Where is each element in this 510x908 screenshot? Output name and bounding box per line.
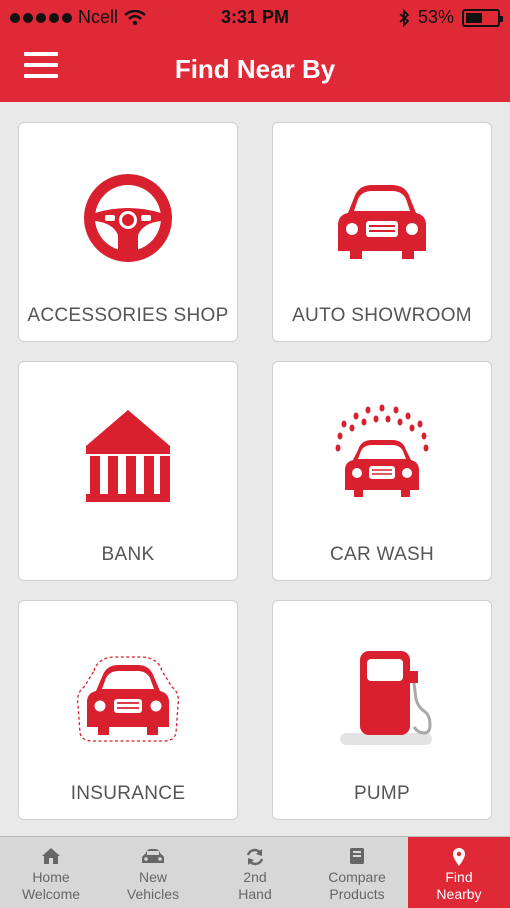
tab-label-line2: Nearby bbox=[436, 886, 482, 902]
tab-label-line1: 2nd bbox=[243, 869, 267, 885]
tab-label-line1: Find bbox=[445, 869, 473, 885]
tab-label-line2: Welcome bbox=[21, 886, 81, 902]
status-bar: Ncell 3:31 PM 53% bbox=[0, 0, 510, 36]
tab-second-hand[interactable]: 2nd Hand bbox=[204, 837, 306, 908]
refresh-icon bbox=[243, 847, 267, 867]
title-bar: Find Near By bbox=[0, 36, 510, 102]
card-car-wash[interactable]: CAR WASH bbox=[272, 361, 492, 581]
bottom-tab-bar: Home Welcome New Vehicles 2nd Hand Compa… bbox=[0, 836, 510, 908]
app-header: Ncell 3:31 PM 53% Find Near By bbox=[0, 0, 510, 102]
card-insurance[interactable]: INSURANCE bbox=[18, 600, 238, 820]
card-accessories-shop[interactable]: ACCESSORIES SHOP bbox=[18, 122, 238, 342]
tab-find-nearby[interactable]: Find Nearby bbox=[408, 837, 510, 908]
car-icon bbox=[141, 847, 165, 867]
card-label: AUTO SHOWROOM bbox=[292, 305, 472, 326]
tab-label-line2: Vehicles bbox=[126, 886, 180, 902]
tab-label-line1: Home bbox=[32, 869, 70, 885]
card-auto-showroom[interactable]: AUTO SHOWROOM bbox=[272, 122, 492, 342]
battery-percent: 53% bbox=[417, 7, 454, 27]
card-pump[interactable]: PUMP bbox=[272, 600, 492, 820]
card-bank[interactable]: BANK bbox=[18, 361, 238, 581]
car-icon bbox=[338, 185, 426, 259]
location-pin-icon bbox=[447, 847, 471, 867]
battery-fill bbox=[466, 12, 482, 23]
book-icon bbox=[345, 847, 369, 867]
steering-wheel-icon bbox=[84, 174, 172, 262]
card-label: ACCESSORIES SHOP bbox=[27, 305, 229, 326]
battery-icon bbox=[462, 8, 503, 27]
bank-icon bbox=[86, 410, 170, 502]
tab-home-welcome[interactable]: Home Welcome bbox=[0, 837, 102, 908]
tab-label-line1: Compare bbox=[328, 869, 386, 885]
car-wash-icon bbox=[335, 404, 429, 497]
fuel-pump-icon bbox=[340, 651, 432, 745]
status-right: 53% bbox=[398, 7, 503, 28]
card-label: INSURANCE bbox=[70, 783, 186, 804]
bluetooth-icon bbox=[399, 8, 410, 27]
card-label: PUMP bbox=[353, 783, 411, 804]
tab-label-line2: Products bbox=[329, 886, 385, 902]
tab-compare-products[interactable]: Compare Products bbox=[306, 837, 408, 908]
tab-label-line2: Hand bbox=[238, 886, 272, 902]
tab-label-line1: New bbox=[138, 869, 167, 885]
card-label: CAR WASH bbox=[329, 544, 435, 565]
home-icon bbox=[39, 847, 63, 867]
card-label: BANK bbox=[101, 544, 155, 565]
insured-car-icon bbox=[76, 656, 180, 742]
page-title: Find Near By bbox=[174, 54, 336, 84]
tab-new-vehicles[interactable]: New Vehicles bbox=[102, 837, 204, 908]
